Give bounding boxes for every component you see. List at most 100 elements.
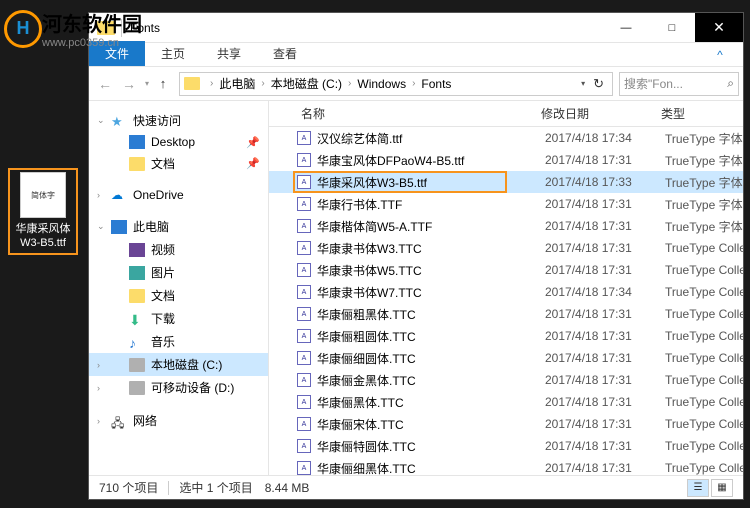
file-row[interactable]: A华康俪黑体.TTC2017/4/18 17:31TrueType Collec…: [269, 391, 743, 413]
file-date: 2017/4/18 17:31: [545, 395, 665, 409]
font-file-icon: A: [297, 329, 311, 343]
minimize-button[interactable]: —: [603, 13, 649, 42]
logo-icon: H: [4, 10, 42, 48]
nav-back-button[interactable]: ←: [93, 72, 117, 96]
file-date: 2017/4/18 17:31: [545, 461, 665, 475]
pin-icon: 📌: [246, 136, 260, 149]
bc-pc[interactable]: 此电脑: [219, 75, 255, 92]
nav-forward-button[interactable]: →: [117, 72, 141, 96]
font-file-icon: A: [297, 153, 311, 167]
close-button[interactable]: ✕: [695, 13, 743, 42]
folder-icon: [129, 157, 145, 171]
view-details-button[interactable]: ☰: [687, 479, 709, 497]
font-file-icon: A: [297, 219, 311, 233]
font-file-icon: A: [297, 417, 311, 431]
sidebar-item-pictures[interactable]: 图片: [89, 261, 268, 284]
sidebar-network[interactable]: ›🖧网络: [89, 409, 268, 432]
sidebar-item-videos[interactable]: 视频: [89, 238, 268, 261]
font-file-icon: A: [297, 307, 311, 321]
tab-share[interactable]: 共享: [201, 41, 257, 66]
chevron-right-icon[interactable]: ›: [97, 383, 100, 393]
file-date: 2017/4/18 17:31: [545, 307, 665, 321]
disk-icon: [129, 381, 145, 395]
view-switcher: ☰ ▦: [687, 479, 733, 497]
search-input[interactable]: 搜索"Fon... ⌕: [619, 72, 739, 96]
file-row[interactable]: A华康隶书体W5.TTC2017/4/18 17:31TrueType Coll…: [269, 259, 743, 281]
file-row[interactable]: A华康俪金黑体.TTC2017/4/18 17:31TrueType Colle…: [269, 369, 743, 391]
sidebar-item-documents[interactable]: 文档📌: [89, 152, 268, 175]
tab-home[interactable]: 主页: [145, 41, 201, 66]
window-controls: — □ ✕: [603, 13, 743, 42]
file-list[interactable]: A汉仪综艺体简.ttf2017/4/18 17:34TrueType 字体文A华…: [269, 127, 743, 475]
file-date: 2017/4/18 17:33: [545, 175, 665, 189]
file-row[interactable]: A华康俪细圆体.TTC2017/4/18 17:31TrueType Colle…: [269, 347, 743, 369]
font-file-icon: A: [297, 439, 311, 453]
sidebar-item-desktop[interactable]: Desktop📌: [89, 132, 268, 152]
sidebar: ⌄★快速访问 Desktop📌 文档📌 ›☁OneDrive ⌄此电脑 视频 图…: [89, 101, 269, 475]
nav-up-button[interactable]: ↑: [153, 76, 173, 91]
file-type: TrueType 字体文: [665, 152, 743, 169]
titlebar[interactable]: Fonts — □ ✕: [89, 13, 743, 43]
file-name: 华康隶书体W5.TTC: [317, 262, 545, 279]
file-row[interactable]: A华康隶书体W3.TTC2017/4/18 17:31TrueType Coll…: [269, 237, 743, 259]
maximize-button[interactable]: □: [649, 13, 695, 42]
chevron-right-icon[interactable]: ›: [348, 78, 351, 89]
chevron-right-icon[interactable]: ›: [261, 78, 264, 89]
file-type: TrueType 字体文: [665, 218, 743, 235]
file-row[interactable]: A华康隶书体W7.TTC2017/4/18 17:34TrueType Coll…: [269, 281, 743, 303]
file-type: TrueType Collect: [665, 417, 743, 431]
sidebar-item-music[interactable]: ♪音乐: [89, 330, 268, 353]
file-row[interactable]: A华康楷体简W5-A.TTF2017/4/18 17:31TrueType 字体…: [269, 215, 743, 237]
chevron-right-icon[interactable]: ›: [97, 416, 100, 426]
bc-fonts[interactable]: Fonts: [421, 77, 451, 91]
file-date: 2017/4/18 17:31: [545, 351, 665, 365]
breadcrumb[interactable]: › 此电脑 › 本地磁盘 (C:) › Windows › Fonts ▾ ↻: [179, 72, 613, 96]
search-icon[interactable]: ⌕: [727, 76, 734, 91]
font-file-icon: A: [297, 373, 311, 387]
chevron-down-icon[interactable]: ⌄: [97, 115, 105, 126]
sidebar-item-drive-d[interactable]: ›可移动设备 (D:): [89, 376, 268, 399]
sidebar-onedrive[interactable]: ›☁OneDrive: [89, 185, 268, 205]
pc-icon: [111, 220, 127, 234]
bc-drive[interactable]: 本地磁盘 (C:): [271, 75, 342, 92]
ribbon-collapse-button[interactable]: ^: [705, 44, 735, 66]
desktop-file-icon[interactable]: 简体字 华康采风体W3-B5.ttf: [8, 168, 78, 255]
refresh-button[interactable]: ↻: [589, 76, 608, 92]
chevron-down-icon[interactable]: ⌄: [97, 221, 105, 232]
chevron-right-icon[interactable]: ›: [97, 360, 100, 370]
file-name: 华康宝风体DFPaoW4-B5.ttf: [317, 152, 545, 169]
file-type: TrueType Collect: [665, 263, 743, 277]
content: 名称 修改日期 类型 A汉仪综艺体简.ttf2017/4/18 17:34Tru…: [269, 101, 743, 475]
view-icons-button[interactable]: ▦: [711, 479, 733, 497]
sidebar-item-documents[interactable]: 文档: [89, 284, 268, 307]
file-row[interactable]: A华康俪宋体.TTC2017/4/18 17:31TrueType Collec…: [269, 413, 743, 435]
file-row[interactable]: A华康俪粗圆体.TTC2017/4/18 17:31TrueType Colle…: [269, 325, 743, 347]
breadcrumb-dropdown[interactable]: ▾: [577, 79, 589, 88]
file-row[interactable]: A华康采风体W3-B5.ttf2017/4/18 17:33TrueType 字…: [269, 171, 743, 193]
navbar: ← → ▾ ↑ › 此电脑 › 本地磁盘 (C:) › Windows › Fo…: [89, 67, 743, 101]
chevron-right-icon[interactable]: ›: [412, 78, 415, 89]
bc-windows[interactable]: Windows: [357, 77, 406, 91]
file-date: 2017/4/18 17:31: [545, 417, 665, 431]
file-row[interactable]: A汉仪综艺体简.ttf2017/4/18 17:34TrueType 字体文: [269, 127, 743, 149]
column-header-name[interactable]: 名称: [297, 105, 537, 122]
chevron-right-icon[interactable]: ›: [210, 78, 213, 89]
chevron-right-icon[interactable]: ›: [97, 190, 100, 200]
nav-history-dropdown[interactable]: ▾: [145, 79, 149, 88]
file-name: 汉仪综艺体简.ttf: [317, 130, 545, 147]
file-name: 华康采风体W3-B5.ttf: [317, 174, 545, 191]
column-header-type[interactable]: 类型: [657, 105, 743, 122]
sidebar-item-downloads[interactable]: ⬇下载: [89, 307, 268, 330]
sidebar-quick-access[interactable]: ⌄★快速访问: [89, 109, 268, 132]
file-row[interactable]: A华康行书体.TTF2017/4/18 17:31TrueType 字体文: [269, 193, 743, 215]
download-icon: ⬇: [129, 312, 145, 326]
sidebar-this-pc[interactable]: ⌄此电脑: [89, 215, 268, 238]
column-header-date[interactable]: 修改日期: [537, 105, 657, 122]
sidebar-item-drive-c[interactable]: ›本地磁盘 (C:): [89, 353, 268, 376]
file-row[interactable]: A华康俪特圆体.TTC2017/4/18 17:31TrueType Colle…: [269, 435, 743, 457]
file-row[interactable]: A华康宝风体DFPaoW4-B5.ttf2017/4/18 17:31TrueT…: [269, 149, 743, 171]
file-row[interactable]: A华康俪粗黑体.TTC2017/4/18 17:31TrueType Colle…: [269, 303, 743, 325]
tab-view[interactable]: 查看: [257, 41, 313, 66]
video-icon: [129, 243, 145, 257]
file-row[interactable]: A华康俪细黑体.TTC2017/4/18 17:31TrueType Colle…: [269, 457, 743, 475]
